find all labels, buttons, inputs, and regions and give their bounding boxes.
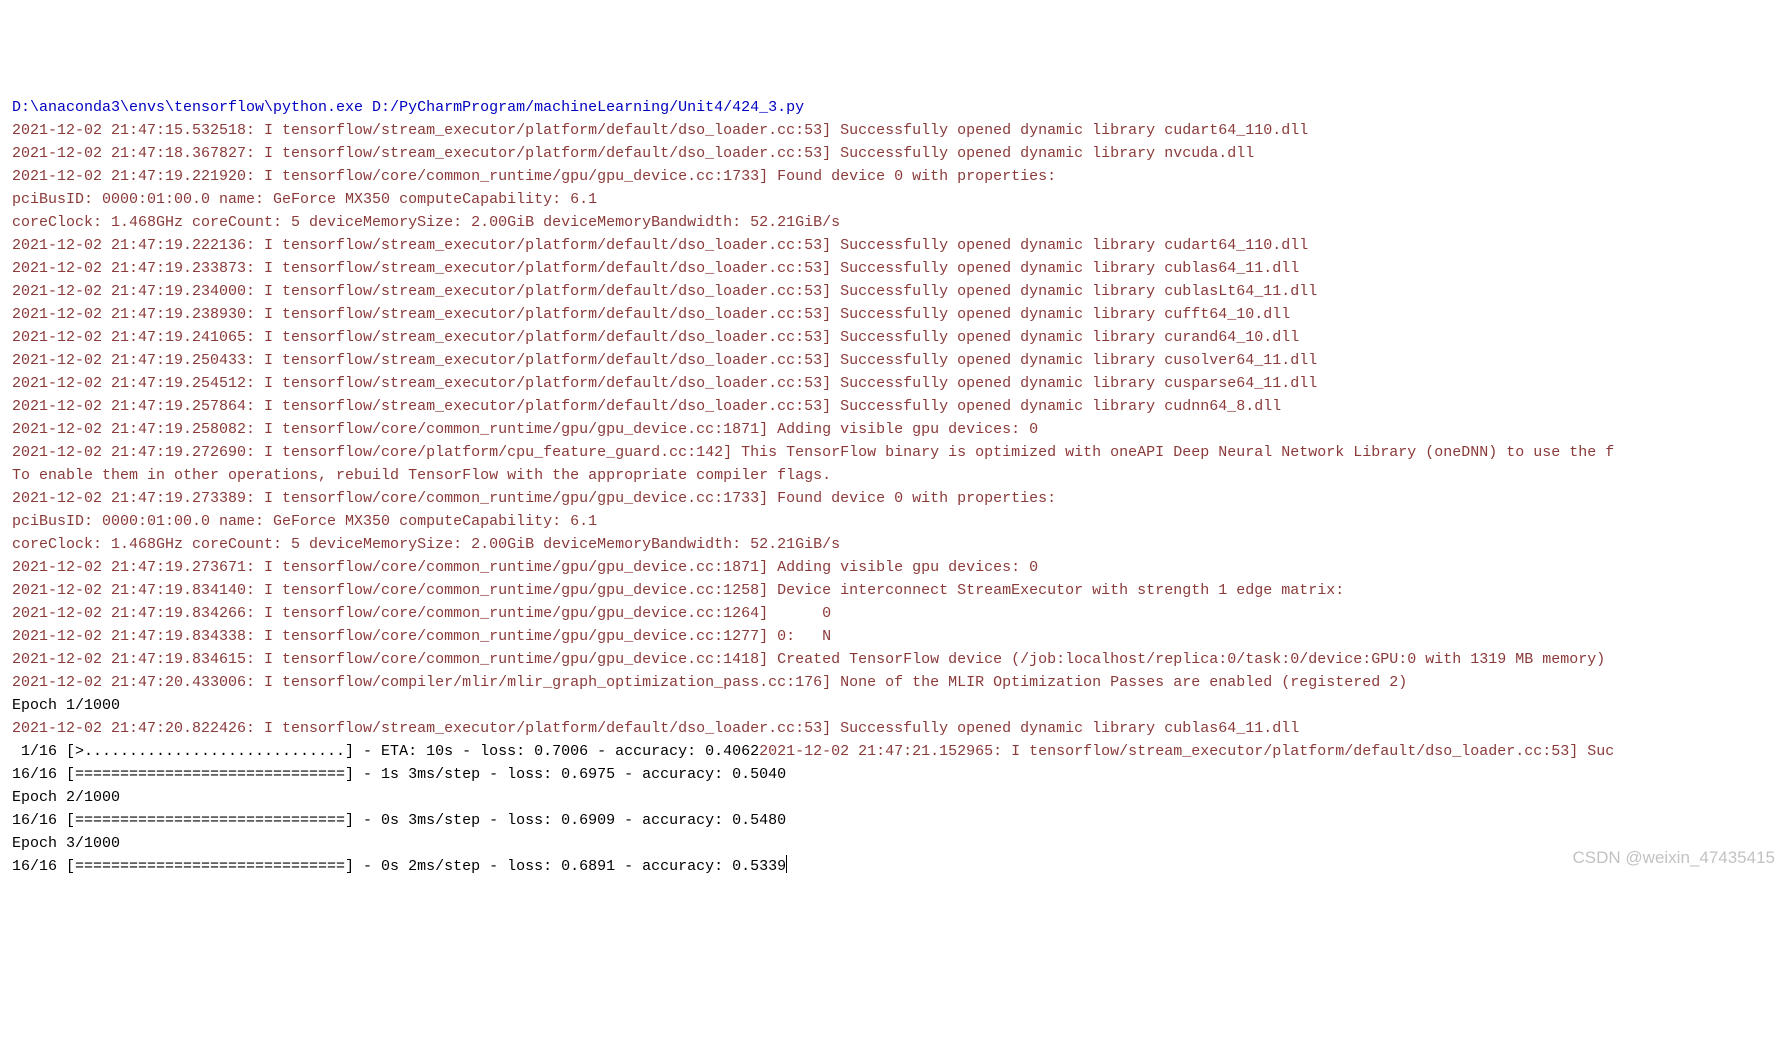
log-text: 2021-12-02 21:47:19.257864: I tensorflow… [12,398,1281,415]
console-line: 16/16 [==============================] -… [12,855,1777,878]
console-line: 2021-12-02 21:47:19.221920: I tensorflow… [12,165,1777,188]
console-line: 2021-12-02 21:47:19.222136: I tensorflow… [12,234,1777,257]
console-line: 2021-12-02 21:47:19.258082: I tensorflow… [12,418,1777,441]
log-text: 2021-12-02 21:47:19.233873: I tensorflow… [12,260,1299,277]
console-line: Epoch 3/1000 [12,832,1777,855]
log-text: 2021-12-02 21:47:18.367827: I tensorflow… [12,145,1254,162]
log-text: 2021-12-02 21:47:19.238930: I tensorflow… [12,306,1290,323]
log-text: To enable them in other operations, rebu… [12,467,831,484]
stdout-text: Epoch 1/1000 [12,697,120,714]
log-text: 2021-12-02 21:47:19.221920: I tensorflow… [12,168,1065,185]
log-text: 2021-12-02 21:47:15.532518: I tensorflow… [12,122,1308,139]
console-line: pciBusID: 0000:01:00.0 name: GeForce MX3… [12,510,1777,533]
log-text: 2021-12-02 21:47:21.152965: I tensorflow… [759,743,1614,760]
console-line: 2021-12-02 21:47:15.532518: I tensorflow… [12,119,1777,142]
console-line: 2021-12-02 21:47:19.254512: I tensorflow… [12,372,1777,395]
log-text: 2021-12-02 21:47:20.433006: I tensorflow… [12,674,1407,691]
log-text: pciBusID: 0000:01:00.0 name: GeForce MX3… [12,513,597,530]
stdout-text: 16/16 [==============================] -… [12,766,786,783]
console-line: 2021-12-02 21:47:19.273671: I tensorflow… [12,556,1777,579]
console-line: 2021-12-02 21:47:19.834140: I tensorflow… [12,579,1777,602]
log-text: 2021-12-02 21:47:19.254512: I tensorflow… [12,375,1317,392]
log-text: coreClock: 1.468GHz coreCount: 5 deviceM… [12,214,840,231]
log-text: 2021-12-02 21:47:19.250433: I tensorflow… [12,352,1317,369]
console-line: 2021-12-02 21:47:19.272690: I tensorflow… [12,441,1777,464]
console-line: coreClock: 1.468GHz coreCount: 5 deviceM… [12,533,1777,556]
log-text: 2021-12-02 21:47:19.834266: I tensorflow… [12,605,840,622]
log-text: 2021-12-02 21:47:19.258082: I tensorflow… [12,421,1038,438]
console-line: 2021-12-02 21:47:20.433006: I tensorflow… [12,671,1777,694]
console-line: 2021-12-02 21:47:19.257864: I tensorflow… [12,395,1777,418]
log-text: 2021-12-02 21:47:19.834140: I tensorflow… [12,582,1344,599]
stdout-text: Epoch 3/1000 [12,835,120,852]
command-text: D:\anaconda3\envs\tensorflow\python.exe … [12,99,804,116]
console-line: 2021-12-02 21:47:19.241065: I tensorflow… [12,326,1777,349]
console-line: 2021-12-02 21:47:19.834338: I tensorflow… [12,625,1777,648]
console-line: 2021-12-02 21:47:19.233873: I tensorflow… [12,257,1777,280]
console-line: D:\anaconda3\envs\tensorflow\python.exe … [12,96,1777,119]
stdout-text: 16/16 [==============================] -… [12,812,786,829]
console-output[interactable]: D:\anaconda3\envs\tensorflow\python.exe … [12,96,1777,878]
stdout-text: 1/16 [>.............................] - … [12,743,759,760]
log-text: 2021-12-02 21:47:20.822426: I tensorflow… [12,720,1299,737]
console-line: 2021-12-02 21:47:19.250433: I tensorflow… [12,349,1777,372]
log-text: 2021-12-02 21:47:19.222136: I tensorflow… [12,237,1308,254]
log-text: 2021-12-02 21:47:19.234000: I tensorflow… [12,283,1317,300]
log-text: 2021-12-02 21:47:19.272690: I tensorflow… [12,444,1614,461]
log-text: 2021-12-02 21:47:19.834338: I tensorflow… [12,628,840,645]
console-line: Epoch 2/1000 [12,786,1777,809]
log-text: 2021-12-02 21:47:19.273671: I tensorflow… [12,559,1038,576]
stdout-text: Epoch 2/1000 [12,789,120,806]
log-text: 2021-12-02 21:47:19.834615: I tensorflow… [12,651,1605,668]
console-line: 16/16 [==============================] -… [12,763,1777,786]
console-line: pciBusID: 0000:01:00.0 name: GeForce MX3… [12,188,1777,211]
console-line: 2021-12-02 21:47:19.273389: I tensorflow… [12,487,1777,510]
log-text: coreClock: 1.468GHz coreCount: 5 deviceM… [12,536,840,553]
console-line: 2021-12-02 21:47:19.234000: I tensorflow… [12,280,1777,303]
console-line: 2021-12-02 21:47:19.834615: I tensorflow… [12,648,1777,671]
console-line: 16/16 [==============================] -… [12,809,1777,832]
watermark: CSDN @weixin_47435415 [1573,846,1775,869]
text-cursor [786,855,787,873]
console-line: 2021-12-02 21:47:18.367827: I tensorflow… [12,142,1777,165]
console-line: 2021-12-02 21:47:20.822426: I tensorflow… [12,717,1777,740]
log-text: 2021-12-02 21:47:19.241065: I tensorflow… [12,329,1299,346]
console-line: 2021-12-02 21:47:19.834266: I tensorflow… [12,602,1777,625]
console-line: To enable them in other operations, rebu… [12,464,1777,487]
console-line: coreClock: 1.468GHz coreCount: 5 deviceM… [12,211,1777,234]
log-text: pciBusID: 0000:01:00.0 name: GeForce MX3… [12,191,597,208]
log-text: 2021-12-02 21:47:19.273389: I tensorflow… [12,490,1065,507]
console-line: Epoch 1/1000 [12,694,1777,717]
console-line: 1/16 [>.............................] - … [12,740,1777,763]
console-line: 2021-12-02 21:47:19.238930: I tensorflow… [12,303,1777,326]
stdout-text: 16/16 [==============================] -… [12,858,786,875]
